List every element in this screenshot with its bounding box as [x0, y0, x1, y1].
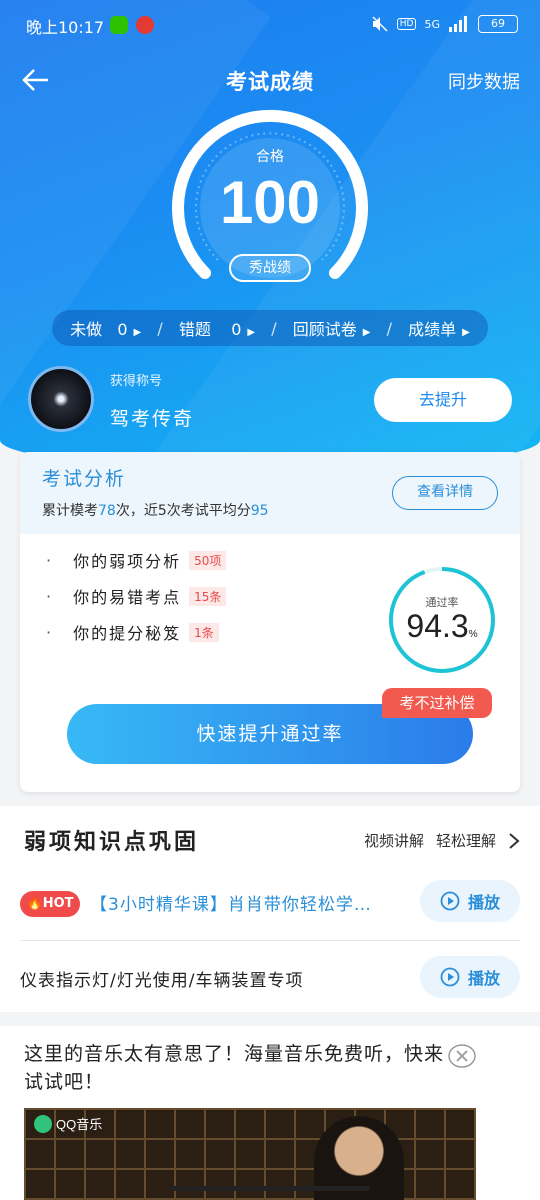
play-button[interactable]: 播放 — [420, 956, 520, 998]
triangle-right-icon: ▶ — [247, 327, 256, 338]
hot-badge: 🔥HOT — [20, 891, 80, 917]
status-bar: 晚上10:17 HD 5G 69 — [0, 12, 540, 40]
show-achievement-button[interactable]: 秀战绩 — [229, 254, 311, 282]
stat-review[interactable]: 回顾试卷 ▶ — [293, 316, 371, 340]
course-item[interactable]: 仪表指示灯/灯光使用/车辆装置专项 播放 — [20, 952, 520, 1006]
ad-banner[interactable]: 这里的音乐太有意思了！海量音乐免费听，快来试试吧！ QQ音乐 — [0, 1026, 540, 1200]
analysis-title: 考试分析 — [42, 468, 127, 490]
weak-points-section: 弱项知识点巩固 视频讲解 轻松理解 🔥HOT 【3小时精华课】肖肖带你轻松学… … — [0, 806, 540, 1012]
battery-indicator: 69 — [478, 15, 518, 33]
close-icon[interactable] — [448, 1042, 476, 1070]
top-bar: 考试成绩 同步数据 — [0, 60, 540, 100]
fire-icon: 🔥 — [26, 896, 43, 911]
divider: / — [271, 318, 277, 338]
hd-badge: HD — [396, 18, 417, 30]
title-badge-row: 获得称号 驾考传奇 去提升 — [28, 366, 518, 436]
course-title: 仪表指示灯/灯光使用/车辆装置专项 — [20, 971, 304, 991]
qq-music-logo: QQ音乐 — [34, 1114, 102, 1133]
analysis-header: 考试分析 累计模考78次，近5次考试平均分95 查看详情 — [20, 452, 520, 534]
triangle-right-icon: ▶ — [362, 327, 371, 338]
analysis-item-tips[interactable]: · 你的提分秘笈 1条 — [46, 620, 219, 644]
analysis-item-error-prone[interactable]: · 你的易错考点 15条 — [46, 584, 227, 608]
qq-music-icon — [34, 1114, 52, 1133]
compensation-badge[interactable]: 考不过补偿 — [382, 688, 492, 718]
pass-rate-value: 94.3% — [406, 608, 478, 644]
play-icon — [440, 967, 460, 987]
avatar — [28, 366, 94, 432]
play-icon — [440, 891, 460, 911]
stat-report[interactable]: 成绩单 ▶ — [408, 316, 470, 340]
count-tag: 15条 — [189, 586, 227, 606]
status-time: 晚上10:17 — [26, 18, 105, 37]
title-caption: 获得称号 — [110, 374, 163, 389]
stat-undone[interactable]: 未做 0 ▶ — [70, 316, 141, 340]
title-name: 驾考传奇 — [110, 408, 195, 430]
analysis-item-weak[interactable]: · 你的弱项分析 50项 — [46, 548, 227, 572]
mute-icon — [372, 16, 388, 32]
course-item[interactable]: 🔥HOT 【3小时精华课】肖肖带你轻松学… 播放 — [20, 876, 520, 930]
triangle-right-icon: ▶ — [462, 327, 470, 338]
wechat-icon — [110, 16, 128, 34]
score-status-label: 合格 — [256, 149, 284, 165]
analysis-card: 考试分析 累计模考78次，近5次考试平均分95 查看详情 · 你的弱项分析 50项 … — [20, 452, 520, 792]
ad-text: 这里的音乐太有意思了！海量音乐免费听，快来试试吧！ — [24, 1043, 445, 1093]
stats-bar: 未做 0 ▶ / 错题 0 ▶ / 回顾试卷 ▶ / 成绩单 ▶ — [52, 310, 488, 346]
stat-wrong[interactable]: 错题 0 ▶ — [179, 316, 255, 340]
count-tag: 1条 — [189, 622, 219, 642]
netease-icon — [136, 16, 154, 34]
improve-button[interactable]: 去提升 — [374, 378, 512, 422]
network-label: 5G — [424, 17, 440, 31]
divider — [20, 940, 520, 941]
score-value: 100 — [219, 169, 321, 236]
play-button[interactable]: 播放 — [420, 880, 520, 922]
analysis-summary: 累计模考78次，近5次考试平均分95 — [42, 503, 269, 519]
section-title: 弱项知识点巩固 — [24, 830, 200, 855]
home-indicator[interactable] — [170, 1186, 370, 1191]
section-more-link[interactable]: 视频讲解 轻松理解 — [364, 830, 520, 851]
sync-data-button[interactable]: 同步数据 — [448, 68, 520, 94]
course-title: 【3小时精华课】肖肖带你轻松学… — [90, 895, 372, 915]
triangle-right-icon: ▶ — [133, 327, 142, 338]
chevron-right-icon — [509, 832, 520, 849]
divider: / — [157, 318, 163, 338]
divider: / — [386, 318, 392, 338]
count-tag: 50项 — [189, 550, 227, 570]
view-details-button[interactable]: 查看详情 — [392, 476, 498, 510]
signal-icon — [449, 16, 467, 32]
